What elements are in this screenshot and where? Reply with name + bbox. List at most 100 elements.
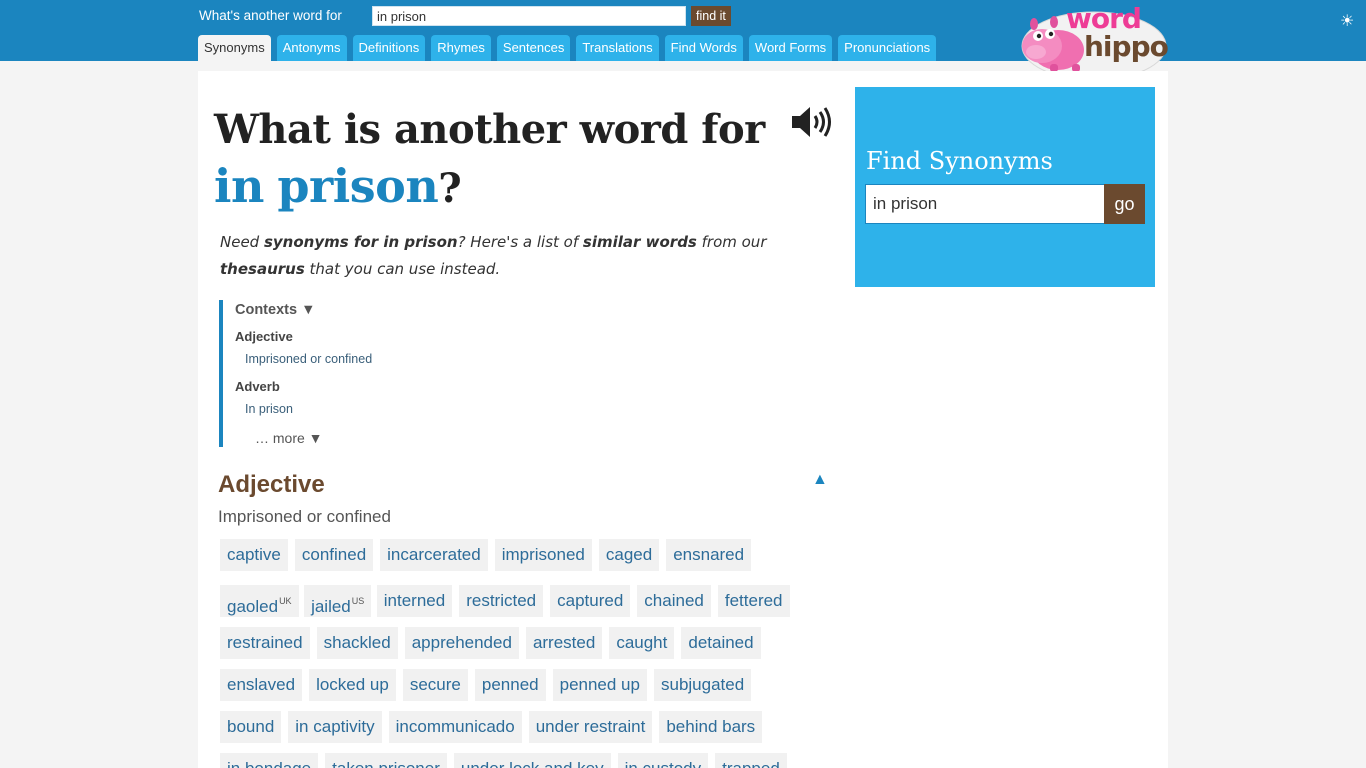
synonym-chip[interactable]: in custody [617, 753, 709, 768]
synonym-chip[interactable]: under restraint [528, 711, 653, 743]
synonym-chip[interactable]: enslaved [220, 669, 303, 701]
synonym-word: behind bars [666, 717, 756, 736]
region-tag: UK [279, 596, 292, 606]
synonym-word: in bondage [227, 759, 311, 768]
synonym-word: arrested [532, 633, 596, 652]
synonym-chip[interactable]: detained [681, 627, 761, 659]
context-link-in-prison[interactable]: In prison [245, 402, 293, 416]
synonym-word: in custody [625, 759, 702, 768]
synonym-word: under lock and key [461, 759, 604, 768]
collapse-arrow-icon[interactable]: ▲ [812, 471, 828, 489]
tab-sentences[interactable]: Sentences [496, 35, 571, 61]
synonym-chip[interactable]: restrained [220, 627, 310, 659]
context-link-imprisoned[interactable]: Imprisoned or confined [245, 352, 372, 366]
context-pos-adjective: Adjective [235, 329, 293, 344]
synonym-word: incommunicado [395, 717, 515, 736]
synonym-word: jailed [311, 597, 351, 616]
synonym-chip[interactable]: captive [220, 539, 288, 571]
synonym-chip[interactable]: shackled [316, 627, 398, 659]
synonym-word: trapped [722, 759, 780, 768]
synonym-chip[interactable]: gaoledUK [220, 585, 299, 617]
synonym-chip[interactable]: taken prisoner [325, 753, 447, 768]
page-title: What is another word for in prison? [214, 102, 774, 217]
title-term-second: prison [277, 159, 439, 213]
section-subtitle: Imprisoned or confined [218, 507, 391, 526]
context-pos-adverb: Adverb [235, 379, 280, 394]
contexts-panel: Contexts ▼ Adjective Imprisoned or confi… [219, 300, 519, 447]
synonym-chip[interactable]: behind bars [659, 711, 763, 743]
synonym-chip[interactable]: secure [402, 669, 468, 701]
synonym-word: incarcerated [387, 545, 481, 564]
region-tag: US [351, 596, 365, 606]
speaker-icon[interactable] [790, 103, 834, 141]
tab-definitions[interactable]: Definitions [352, 35, 426, 61]
synonym-chip[interactable]: incommunicado [388, 711, 522, 743]
synonym-chip[interactable]: restricted [459, 585, 544, 617]
tab-translations[interactable]: Translations [576, 35, 659, 61]
synonym-chip[interactable]: chained [637, 585, 711, 617]
tab-find-words[interactable]: Find Words [664, 35, 743, 61]
synonym-chip[interactable]: in bondage [220, 753, 319, 768]
synonym-chip[interactable]: subjugated [653, 669, 752, 701]
synonym-word: ensnared [673, 545, 745, 564]
synonym-word: bound [227, 717, 275, 736]
intro-part: that you can use instead. [304, 260, 501, 278]
find-synonyms-panel: Find Synonyms go [855, 87, 1155, 287]
intro-bold: synonyms for in prison [263, 233, 458, 251]
tab-rhymes[interactable]: Rhymes [431, 35, 491, 61]
find-synonyms-title: Find Synonyms [866, 147, 1053, 175]
synonym-chip[interactable]: interned [376, 585, 453, 617]
find-it-button[interactable]: find it [691, 6, 731, 26]
theme-toggle-icon[interactable]: ☀ [1340, 11, 1354, 31]
nav-tabs: Synonyms Antonyms Definitions Rhymes Sen… [198, 35, 937, 61]
synonym-word: restrained [227, 633, 303, 652]
synonym-word: subjugated [660, 675, 745, 694]
synonym-chip[interactable]: confined [294, 539, 374, 571]
synonym-word: interned [383, 591, 446, 610]
synonym-chip[interactable]: penned [474, 669, 546, 701]
title-suffix: ? [438, 165, 462, 212]
synonym-word: chained [644, 591, 704, 610]
synonym-search-input[interactable] [865, 184, 1105, 224]
tab-antonyms[interactable]: Antonyms [276, 35, 347, 61]
synonym-word: caught [616, 633, 668, 652]
synonym-word: captured [557, 591, 624, 610]
synonym-word: penned up [559, 675, 640, 694]
synonym-word: caged [605, 545, 653, 564]
synonym-word: apprehended [411, 633, 512, 652]
synonym-chip[interactable]: trapped [715, 753, 787, 768]
synonym-chip[interactable]: incarcerated [380, 539, 488, 571]
tab-word-forms[interactable]: Word Forms [748, 35, 833, 61]
search-label: What's another word for [199, 8, 342, 23]
contexts-more-link[interactable]: … more ▼ [255, 430, 323, 446]
synonym-word: in captivity [295, 717, 375, 736]
synonym-word: captive [227, 545, 281, 564]
synonym-chip[interactable]: locked up [309, 669, 396, 701]
top-search-input[interactable] [372, 6, 686, 26]
synonym-word: taken prisoner [332, 759, 440, 768]
tab-synonyms[interactable]: Synonyms [198, 35, 271, 61]
intro-part: Need [220, 233, 264, 251]
synonym-chip[interactable]: imprisoned [494, 539, 592, 571]
synonym-chip[interactable]: ensnared [666, 539, 752, 571]
synonym-word: under restraint [535, 717, 646, 736]
synonym-chip[interactable]: fettered [717, 585, 790, 617]
intro-text: Need synonyms for in prison? Here's a li… [220, 229, 832, 283]
synonym-word: gaoled [227, 597, 279, 616]
synonym-chip[interactable]: caged [598, 539, 660, 571]
synonym-word: fettered [724, 591, 783, 610]
synonym-chip[interactable]: arrested [525, 627, 603, 659]
synonym-chip[interactable]: bound [220, 711, 282, 743]
tab-pronunciations[interactable]: Pronunciations [838, 35, 937, 61]
contexts-toggle[interactable]: Contexts ▼ [235, 302, 315, 318]
go-button[interactable]: go [1104, 184, 1145, 224]
synonym-chip[interactable]: penned up [552, 669, 647, 701]
synonym-chip[interactable]: caught [609, 627, 675, 659]
synonym-chip[interactable]: under lock and key [453, 753, 611, 768]
intro-part: ? Here's a list of [457, 233, 583, 251]
synonym-chip[interactable]: in captivity [288, 711, 382, 743]
synonym-chip[interactable]: captured [550, 585, 631, 617]
synonym-word: imprisoned [501, 545, 585, 564]
synonym-chip[interactable]: apprehended [404, 627, 519, 659]
synonym-chip[interactable]: jailedUS [304, 585, 372, 617]
